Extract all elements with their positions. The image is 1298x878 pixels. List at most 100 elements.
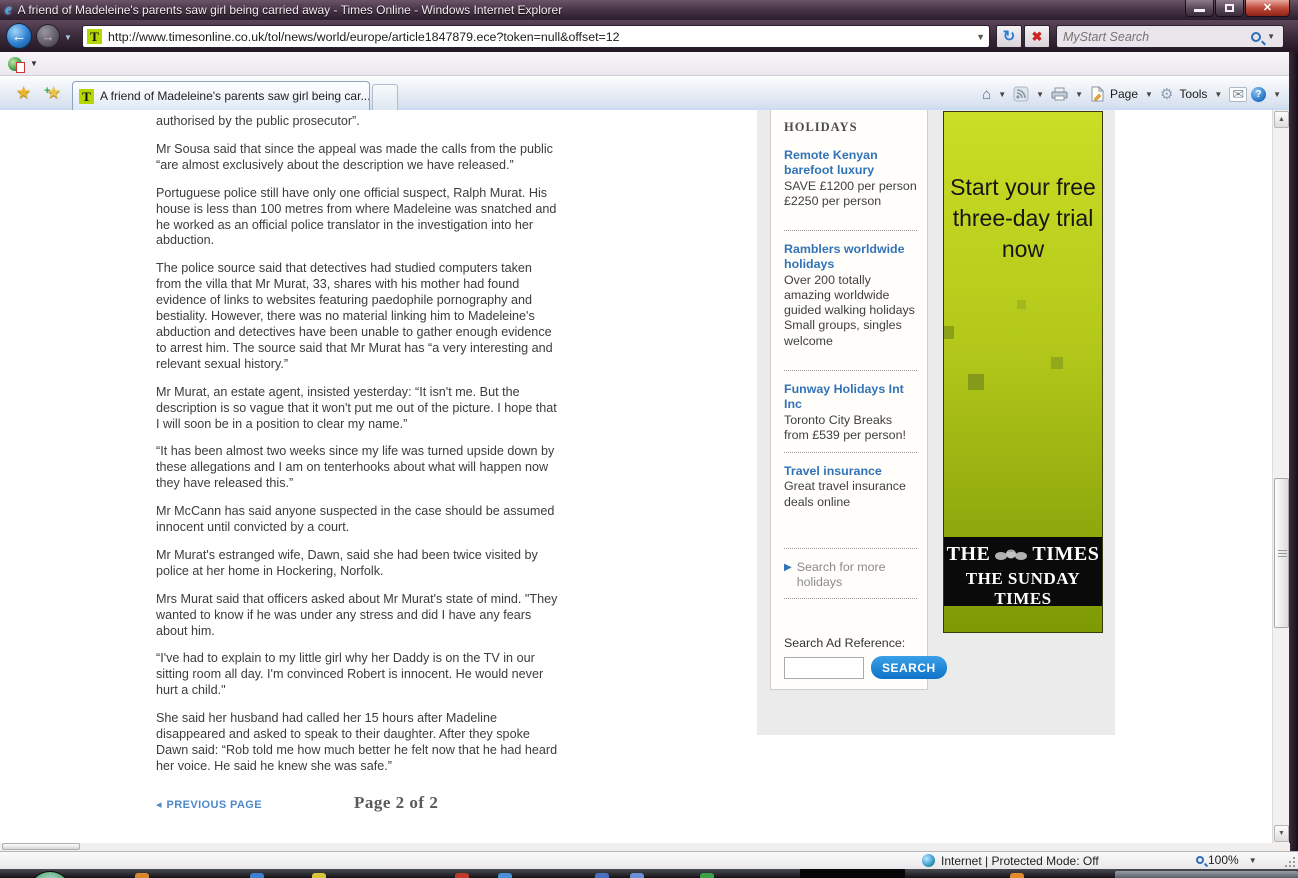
search-dropdown-icon[interactable]: ▼ [1267, 32, 1275, 41]
article-paragraph: Mr Sousa said that since the appeal was … [156, 142, 558, 174]
holiday-link[interactable]: Remote Kenyan barefoot luxury [784, 148, 917, 179]
search-button[interactable]: SEARCH [871, 656, 947, 679]
article-paragraph: Mrs Murat said that officers asked about… [156, 592, 558, 640]
holiday-text: SAVE £1200 per person [784, 179, 917, 194]
taskbar-icon[interactable] [135, 873, 149, 878]
tools-menu-button[interactable]: Tools [1179, 87, 1207, 101]
zoom-dropdown-icon[interactable]: ▼ [1249, 856, 1257, 865]
holiday-link[interactable]: Ramblers worldwide holidays [784, 242, 917, 273]
holiday-text: from £539 per person! [784, 428, 917, 443]
restore-button[interactable] [1215, 0, 1244, 17]
hscrollbar-thumb[interactable] [2, 843, 80, 850]
holiday-text: Small groups, singles welcome [784, 318, 917, 349]
close-button[interactable]: ✕ [1245, 0, 1290, 17]
new-tab-button[interactable] [372, 84, 398, 110]
back-button[interactable]: ← [6, 23, 32, 49]
window-controls: ✕ [1184, 0, 1290, 17]
address-bar[interactable]: T http://www.timesonline.co.uk/tol/news/… [82, 25, 990, 48]
ad-reference-input[interactable] [784, 657, 864, 679]
holiday-item: Ramblers worldwide holidays Over 200 tot… [784, 242, 917, 349]
page-indicator: Page 2 of 2 [354, 795, 438, 811]
ad-headline: Start your free three-day trial now [944, 172, 1102, 265]
zoom-level: 100% [1208, 853, 1239, 867]
taskbar-window-button[interactable] [1115, 871, 1298, 878]
home-dropdown-icon[interactable]: ▼ [998, 90, 1006, 99]
scroll-up-button[interactable]: ▲ [1274, 111, 1289, 128]
resize-grip[interactable] [1284, 856, 1296, 868]
ad-decoration [968, 374, 984, 390]
previous-arrow-icon: ◂ [156, 798, 162, 814]
zoom-icon [1196, 856, 1204, 864]
taskbar-segment [800, 869, 905, 878]
feed-dropdown-icon[interactable]: ▼ [1036, 90, 1044, 99]
divider [784, 230, 917, 231]
divider [784, 598, 917, 599]
page-viewport: authorised by the public prosecutor”. Mr… [0, 110, 1290, 843]
times-trial-ad[interactable]: Start your free three-day trial now THE … [943, 111, 1103, 633]
help-icon[interactable]: ? [1251, 87, 1266, 102]
previous-page-link[interactable]: PREVIOUS PAGE [167, 798, 262, 814]
taskbar-icon[interactable] [312, 873, 326, 878]
search-input[interactable] [1057, 30, 1251, 44]
horizontal-scrollbar[interactable] [0, 843, 1290, 851]
ie-logo-icon: e [5, 3, 12, 17]
sunday-times-logo: THE SUNDAY TIMES [944, 569, 1102, 609]
taskbar-icon[interactable] [595, 873, 609, 878]
feed-icon[interactable] [1013, 86, 1029, 102]
mail-icon[interactable]: ✉ [1229, 87, 1247, 102]
active-tab[interactable]: T A friend of Madeleine's parents saw gi… [72, 81, 370, 110]
taskbar-icon[interactable] [1010, 873, 1024, 878]
address-dropdown-icon[interactable]: ▼ [976, 32, 985, 42]
add-favorite-icon[interactable]: ★+ [46, 83, 61, 103]
page-dropdown-icon[interactable]: ▼ [1145, 90, 1153, 99]
home-icon[interactable]: ⌂ [982, 86, 991, 103]
pdf-convert-icon[interactable] [8, 57, 22, 71]
start-orb-icon[interactable] [28, 871, 72, 878]
tab-favicon: T [79, 89, 94, 104]
taskbar-icon[interactable] [455, 873, 469, 878]
ad-decoration [943, 326, 954, 339]
window-title: A friend of Madeleine's parents saw girl… [18, 3, 563, 17]
forward-button[interactable]: → [36, 24, 60, 48]
browser-window: e A friend of Madeleine's parents saw gi… [0, 0, 1298, 878]
print-dropdown-icon[interactable]: ▼ [1075, 90, 1083, 99]
stop-icon: ✖ [1032, 29, 1043, 44]
holiday-link[interactable]: Travel insurance [784, 464, 917, 479]
print-icon[interactable] [1051, 86, 1068, 102]
forward-icon: → [42, 29, 55, 44]
taskbar-icon[interactable] [250, 873, 264, 878]
zoom-control[interactable]: 100% ▼ [1196, 853, 1257, 867]
article-body: authorised by the public prosecutor”. Mr… [156, 114, 558, 814]
pdf-dropdown-icon[interactable]: ▼ [30, 59, 38, 68]
holidays-header: HOLIDAYS [784, 120, 917, 135]
article-paragraph: The police source said that detectives h… [156, 261, 558, 372]
minimize-button[interactable] [1185, 0, 1214, 17]
windows-taskbar[interactable] [0, 869, 1298, 878]
stop-button[interactable]: ✖ [1024, 25, 1050, 48]
taskbar-icon[interactable] [630, 873, 644, 878]
gear-icon: ⚙ [1160, 85, 1173, 103]
refresh-button[interactable]: ↻ [996, 25, 1022, 48]
help-dropdown-icon[interactable]: ▼ [1273, 90, 1281, 99]
taskbar-icon[interactable] [498, 873, 512, 878]
tab-bar: ★ ★+ T A friend of Madeleine's parents s… [0, 76, 1298, 110]
page-menu-button[interactable]: Page [1110, 87, 1138, 101]
scrollbar-thumb[interactable] [1274, 478, 1289, 628]
holiday-link[interactable]: Funway Holidays Int Inc [784, 382, 917, 413]
holiday-text: Great travel insurance deals online [784, 479, 917, 510]
vertical-scrollbar[interactable]: ▲ ▼ [1272, 110, 1289, 843]
favorites-star-icon[interactable]: ★ [16, 83, 31, 103]
times-logo-the: THE [947, 543, 991, 566]
scroll-down-button[interactable]: ▼ [1274, 825, 1289, 842]
taskbar-icon[interactable] [700, 873, 714, 878]
command-toolbar: ⌂ ▼ ▼ ▼ Page ▼ ⚙ Tools ▼ ✉ ? ▼ [982, 81, 1284, 107]
holidays-panel: HOLIDAYS Remote Kenyan barefoot luxury S… [770, 110, 928, 690]
holiday-item: Travel insurance Great travel insurance … [784, 464, 917, 510]
search-more-holidays-link[interactable]: ▶ Search for more holidays [784, 560, 917, 591]
history-dropdown[interactable]: ▼ [64, 33, 72, 42]
holiday-text: £2250 per person [784, 194, 917, 209]
url-text[interactable]: http://www.timesonline.co.uk/tol/news/wo… [108, 30, 620, 44]
tools-dropdown-icon[interactable]: ▼ [1214, 90, 1222, 99]
thumb-grip-icon [1278, 550, 1287, 557]
search-icon[interactable] [1251, 32, 1261, 42]
